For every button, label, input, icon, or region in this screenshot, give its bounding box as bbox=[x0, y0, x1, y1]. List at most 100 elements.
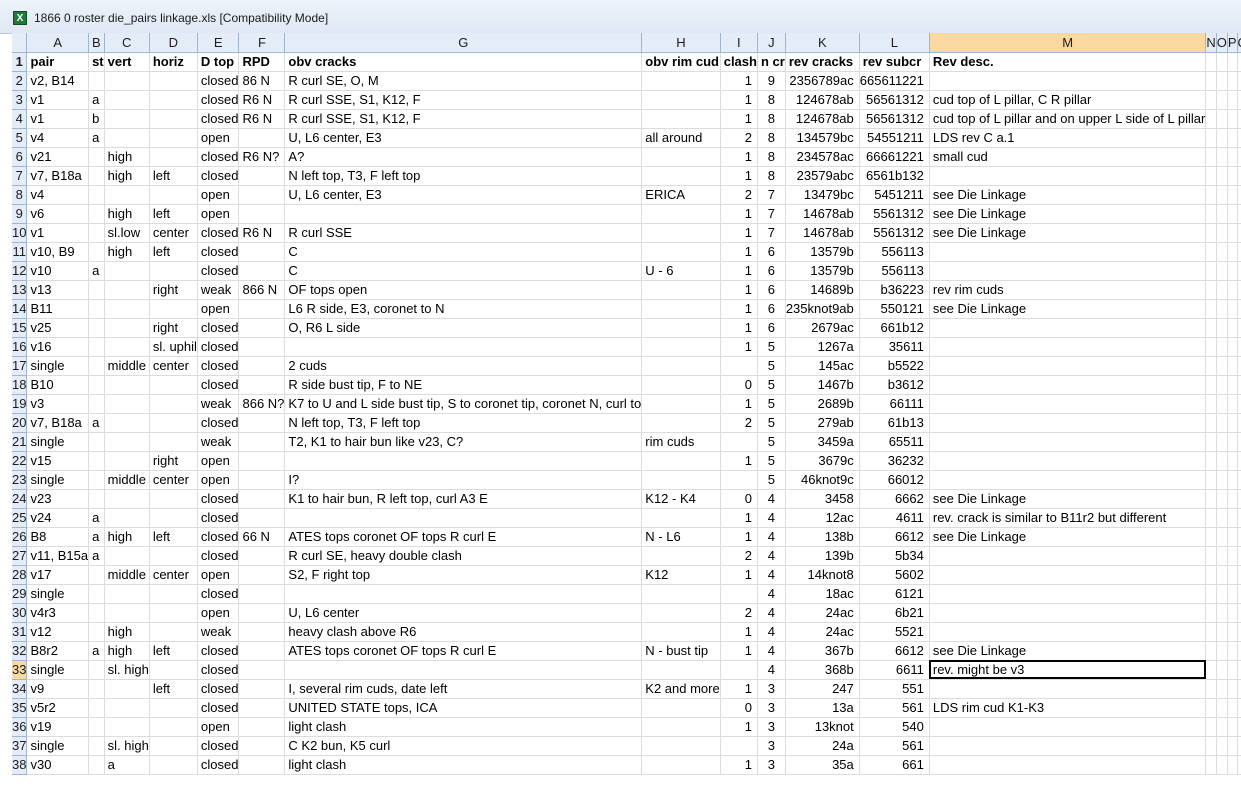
cell-d16[interactable]: sl. uphil bbox=[149, 337, 198, 357]
column-header-j[interactable]: J bbox=[757, 33, 786, 53]
cell-o11[interactable] bbox=[1216, 242, 1228, 262]
cell-a7[interactable]: v7, B18a bbox=[26, 166, 90, 186]
cell-e2[interactable]: closed bbox=[197, 71, 240, 91]
cell-m15[interactable] bbox=[929, 318, 1207, 338]
cell-n31[interactable] bbox=[1205, 622, 1217, 642]
cell-d8[interactable] bbox=[149, 185, 198, 205]
cell-a24[interactable]: v23 bbox=[26, 489, 90, 509]
cell-j3[interactable]: 8 bbox=[757, 90, 786, 110]
cell-f15[interactable] bbox=[238, 318, 286, 338]
column-header-c[interactable]: C bbox=[104, 33, 150, 53]
cell-m33[interactable]: rev. might be v3 bbox=[929, 660, 1207, 680]
cell-k6[interactable]: 234578ac bbox=[785, 147, 860, 167]
cell-k10[interactable]: 14678ab bbox=[785, 223, 860, 243]
cell-n11[interactable] bbox=[1205, 242, 1217, 262]
row-header[interactable]: 35 bbox=[12, 698, 28, 718]
cell-o16[interactable] bbox=[1216, 337, 1228, 357]
cell-c2[interactable] bbox=[104, 71, 150, 91]
cell-l19[interactable]: 66111 bbox=[859, 394, 930, 414]
cell-p31[interactable] bbox=[1227, 622, 1238, 642]
cell-o29[interactable] bbox=[1216, 584, 1228, 604]
column-header-p[interactable]: P bbox=[1227, 33, 1238, 53]
cell-q37[interactable] bbox=[1237, 736, 1241, 756]
cell-d7[interactable]: left bbox=[149, 166, 198, 186]
cell-g34[interactable]: I, several rim cuds, date left bbox=[284, 679, 643, 699]
cell-q14[interactable] bbox=[1237, 299, 1241, 319]
cell-b15[interactable] bbox=[88, 318, 105, 338]
cell-k20[interactable]: 279ab bbox=[785, 413, 860, 433]
cell-a2[interactable]: v2, B14 bbox=[26, 71, 90, 91]
cell-m23[interactable] bbox=[929, 470, 1207, 490]
cell-b27[interactable]: a bbox=[88, 546, 105, 566]
cell-h31[interactable] bbox=[641, 622, 721, 642]
cell-p29[interactable] bbox=[1227, 584, 1238, 604]
cell-k14[interactable]: 235knot9ab bbox=[785, 299, 860, 319]
cell-i29[interactable] bbox=[720, 584, 758, 604]
cell-i33[interactable] bbox=[720, 660, 758, 680]
cell-i30[interactable]: 2 bbox=[720, 603, 758, 623]
cell-l9[interactable]: 5561312 bbox=[859, 204, 930, 224]
cell-d37[interactable] bbox=[149, 736, 198, 756]
cell-o26[interactable] bbox=[1216, 527, 1228, 547]
cell-g15[interactable]: O, R6 L side bbox=[284, 318, 643, 338]
cell-b21[interactable] bbox=[88, 432, 105, 452]
cell-e32[interactable]: closed bbox=[197, 641, 240, 661]
cell-c38[interactable]: a bbox=[104, 755, 150, 775]
cell-c8[interactable] bbox=[104, 185, 150, 205]
cell-l29[interactable]: 6121 bbox=[859, 584, 930, 604]
cell-q20[interactable] bbox=[1237, 413, 1241, 433]
cell-i7[interactable]: 1 bbox=[720, 166, 758, 186]
cell-c11[interactable]: high bbox=[104, 242, 150, 262]
cell-e1[interactable]: D top bbox=[197, 52, 240, 72]
cell-o24[interactable] bbox=[1216, 489, 1228, 509]
cell-j28[interactable]: 4 bbox=[757, 565, 786, 585]
cell-i21[interactable] bbox=[720, 432, 758, 452]
cell-j38[interactable]: 3 bbox=[757, 755, 786, 775]
cell-h23[interactable] bbox=[641, 470, 721, 490]
cell-i23[interactable] bbox=[720, 470, 758, 490]
column-header-h[interactable]: H bbox=[641, 33, 721, 53]
cell-a17[interactable]: single bbox=[26, 356, 90, 376]
cell-q1[interactable] bbox=[1237, 52, 1241, 72]
cell-o27[interactable] bbox=[1216, 546, 1228, 566]
cell-d35[interactable] bbox=[149, 698, 198, 718]
cell-f5[interactable] bbox=[238, 128, 286, 148]
excel-file-icon[interactable]: X bbox=[13, 11, 27, 25]
cell-h19[interactable] bbox=[641, 394, 721, 414]
cell-l6[interactable]: 66661221 bbox=[859, 147, 930, 167]
cell-k35[interactable]: 13a bbox=[785, 698, 860, 718]
cell-h9[interactable] bbox=[641, 204, 721, 224]
cell-i10[interactable]: 1 bbox=[720, 223, 758, 243]
cell-m26[interactable]: see Die Linkage bbox=[929, 527, 1207, 547]
cell-b5[interactable]: a bbox=[88, 128, 105, 148]
cell-j19[interactable]: 5 bbox=[757, 394, 786, 414]
cell-j16[interactable]: 5 bbox=[757, 337, 786, 357]
cell-a19[interactable]: v3 bbox=[26, 394, 90, 414]
cell-g30[interactable]: U, L6 center bbox=[284, 603, 643, 623]
cell-e10[interactable]: closed bbox=[197, 223, 240, 243]
cell-b1[interactable]: st bbox=[88, 52, 105, 72]
cell-p4[interactable] bbox=[1227, 109, 1238, 129]
cell-q36[interactable] bbox=[1237, 717, 1241, 737]
cell-f29[interactable] bbox=[238, 584, 286, 604]
cell-f30[interactable] bbox=[238, 603, 286, 623]
cell-g22[interactable] bbox=[284, 451, 643, 471]
cell-m38[interactable] bbox=[929, 755, 1207, 775]
cell-i5[interactable]: 2 bbox=[720, 128, 758, 148]
cell-f4[interactable]: R6 N bbox=[238, 109, 286, 129]
column-header-g[interactable]: G bbox=[284, 33, 643, 53]
cell-g36[interactable]: light clash bbox=[284, 717, 643, 737]
cell-l8[interactable]: 5451211 bbox=[859, 185, 930, 205]
cell-o17[interactable] bbox=[1216, 356, 1228, 376]
cell-n18[interactable] bbox=[1205, 375, 1217, 395]
cell-g21[interactable]: T2, K1 to hair bun like v23, C? bbox=[284, 432, 643, 452]
cell-b10[interactable] bbox=[88, 223, 105, 243]
cell-f6[interactable]: R6 N? bbox=[238, 147, 286, 167]
cell-h38[interactable] bbox=[641, 755, 721, 775]
cell-n29[interactable] bbox=[1205, 584, 1217, 604]
cell-g9[interactable] bbox=[284, 204, 643, 224]
cell-h14[interactable] bbox=[641, 299, 721, 319]
cell-d10[interactable]: center bbox=[149, 223, 198, 243]
cell-d20[interactable] bbox=[149, 413, 198, 433]
cell-o36[interactable] bbox=[1216, 717, 1228, 737]
